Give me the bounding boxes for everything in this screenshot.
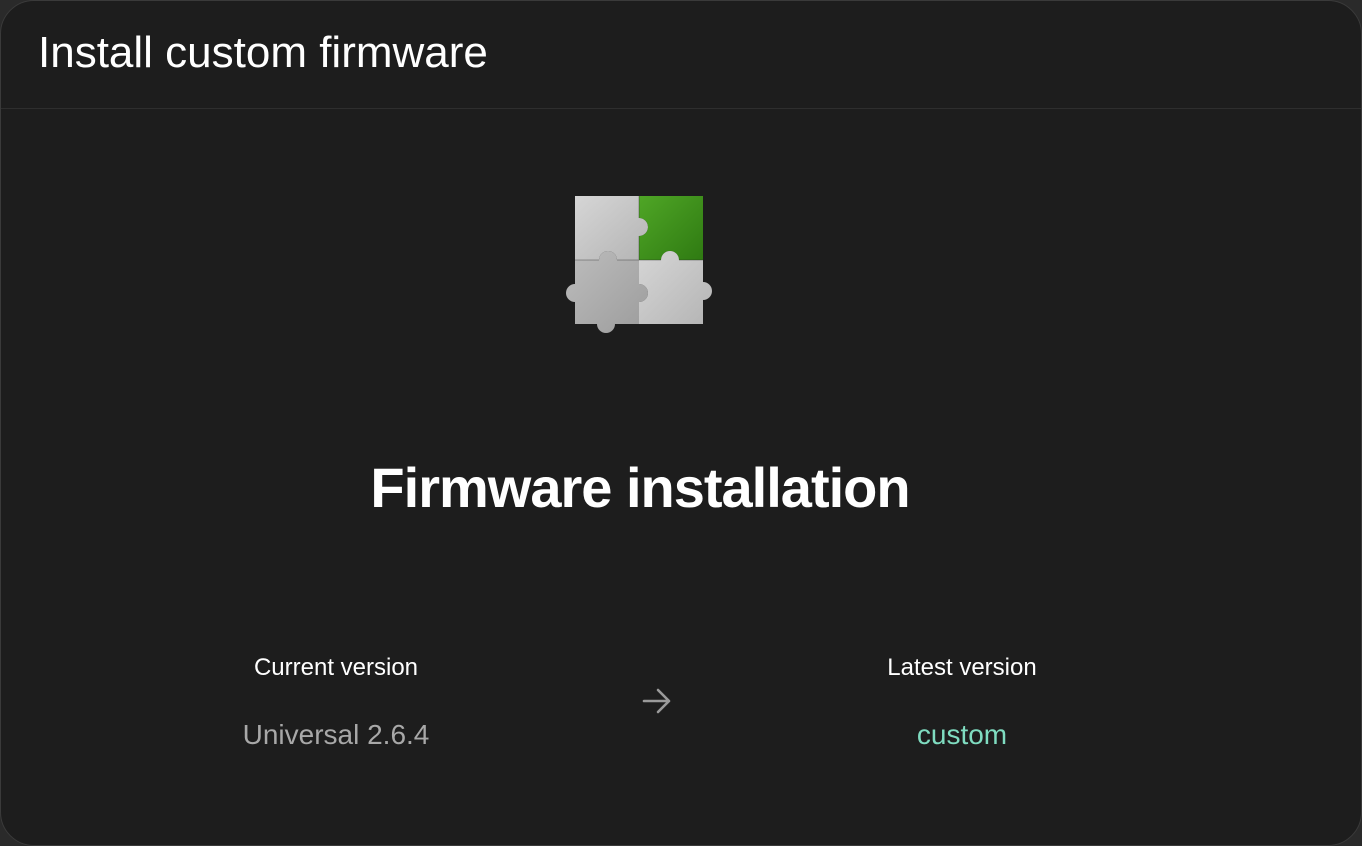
arrow-right-icon	[641, 687, 673, 715]
dialog-title: Install custom firmware	[38, 28, 488, 77]
dialog-header: Install custom firmware	[1, 1, 1361, 109]
puzzle-piece-top-right	[639, 196, 703, 260]
latest-version-label: Latest version	[887, 654, 1037, 681]
current-version-value: Universal 2.6.4	[242, 719, 430, 750]
headline: Firmware installation	[370, 456, 910, 519]
install-firmware-dialog: Install custom firmware Firmware install…	[0, 0, 1362, 846]
current-version-label: Current version	[253, 654, 419, 681]
latest-version: Latest version custom	[802, 653, 1122, 752]
puzzle-pieces-icon	[549, 193, 729, 349]
puzzle-piece-bottom-left	[566, 251, 648, 333]
puzzle-piece-top-left	[575, 196, 649, 260]
latest-version-value: custom	[916, 719, 1008, 750]
current-version: Current version Universal 2.6.4	[176, 653, 496, 752]
puzzle-piece-bottom-right	[639, 251, 712, 324]
